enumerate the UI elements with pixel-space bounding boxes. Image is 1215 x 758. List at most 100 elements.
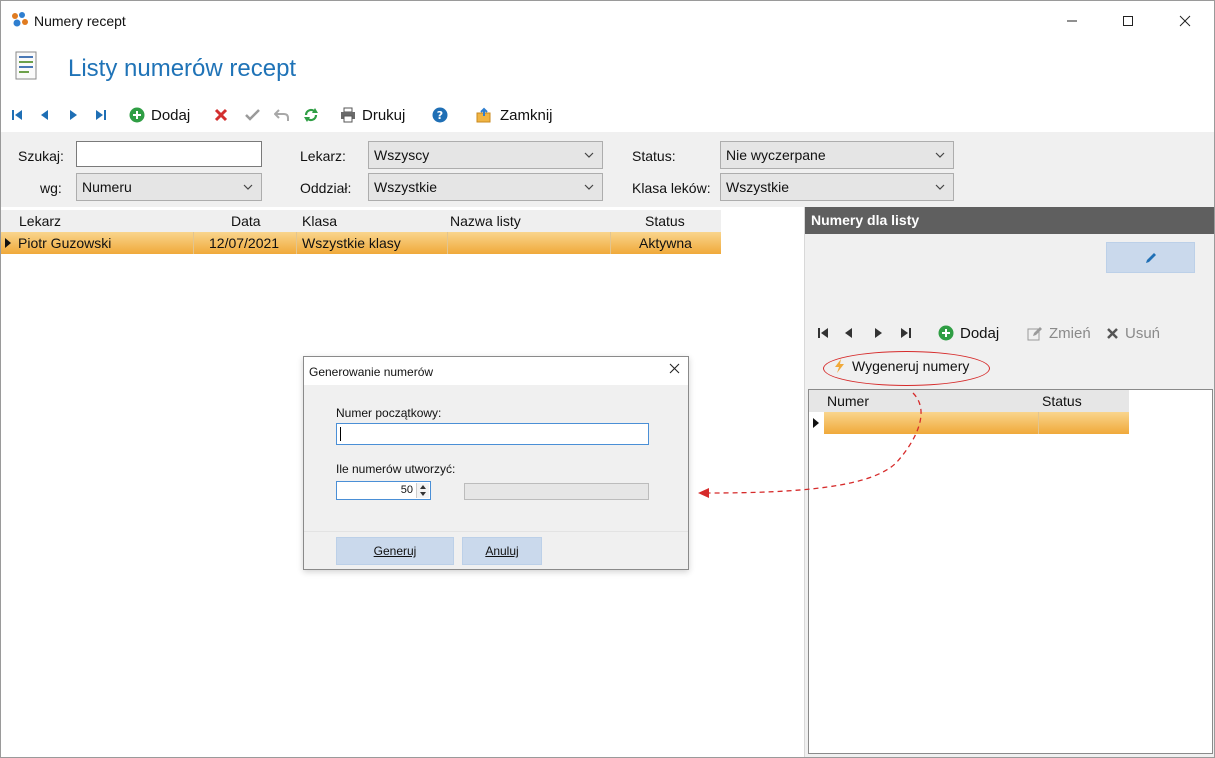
exit-icon [476, 107, 491, 123]
filter-panel: Szukaj: wg: Numeru Lekarz: Wszyscy Oddzi… [1, 132, 1214, 207]
numbers-previous-button[interactable] [843, 318, 855, 348]
column-header-status[interactable]: Status [645, 213, 685, 229]
numbers-first-button[interactable] [817, 318, 829, 348]
previous-icon [845, 328, 852, 338]
dialog-close-button[interactable] [669, 363, 680, 377]
minimize-button[interactable] [1043, 1, 1101, 41]
cancel-button[interactable]: Anuluj [462, 537, 542, 565]
start-number-input[interactable] [336, 423, 649, 445]
progress-bar [464, 483, 649, 500]
first-icon [818, 328, 828, 338]
first-record-button[interactable] [11, 101, 23, 129]
add-icon [938, 325, 954, 341]
count-stepper[interactable]: 50 [336, 481, 431, 500]
lists-grid-header: Lekarz Data Klasa Nazwa listy Status [1, 210, 721, 232]
maximize-button[interactable] [1099, 1, 1157, 41]
add-label: Dodaj [151, 106, 191, 124]
numbers-next-button[interactable] [872, 318, 884, 348]
svg-text:?: ? [437, 109, 443, 122]
checkmark-icon [245, 109, 260, 121]
previous-icon [41, 110, 48, 120]
status-label: Status: [632, 148, 676, 164]
row-selector-icon [5, 238, 11, 248]
column-header-number-status[interactable]: Status [1042, 393, 1082, 409]
window-title: Numery recept [34, 13, 126, 29]
doctor-label: Lekarz: [300, 148, 346, 164]
numbers-grid-header: Numer Status [809, 390, 1129, 412]
page-title: Listy numerów recept [68, 55, 297, 82]
generate-numbers-dialog: Generowanie numerów Numer początkowy: Il… [303, 356, 689, 570]
numbers-delete-button[interactable]: Usuń [1106, 318, 1160, 348]
undo-button[interactable] [274, 101, 289, 129]
start-number-label: Numer początkowy: [336, 406, 442, 420]
print-button[interactable]: Drukuj [340, 101, 405, 129]
main-toolbar: Dodaj Drukuj ? Zamknij [1, 101, 1214, 129]
drug-class-value: Wszystkie [726, 179, 789, 195]
numbers-add-label: Dodaj [960, 324, 1000, 342]
next-icon [70, 110, 77, 120]
refresh-icon [304, 108, 318, 122]
search-label: Szukaj: [18, 148, 64, 164]
last-record-button[interactable] [95, 101, 107, 129]
edit-icon [1027, 326, 1042, 340]
previous-record-button[interactable] [39, 101, 51, 129]
column-header-number[interactable]: Numer [827, 393, 869, 409]
numbers-add-button[interactable]: Dodaj [938, 318, 999, 348]
lightning-icon [835, 359, 844, 373]
numbers-change-label: Zmień [1049, 324, 1091, 342]
search-by-select[interactable]: Numeru [76, 173, 262, 201]
row-selector-icon [813, 418, 819, 428]
table-row[interactable] [824, 412, 1129, 434]
numbers-change-button[interactable]: Zmień [1027, 318, 1091, 348]
chevron-down-icon [935, 152, 945, 158]
numbers-panel: Numery dla listy Dodaj Zmień Usuń Wygene… [804, 207, 1214, 757]
status-value: Nie wyczerpane [726, 147, 826, 163]
numbers-toolbar: Dodaj Zmień Usuń [805, 318, 1214, 348]
count-label: Ile numerów utworzyć: [336, 462, 456, 476]
close-button[interactable]: Zamknij [476, 101, 553, 129]
pencil-icon [1145, 252, 1156, 263]
numbers-last-button[interactable] [900, 318, 912, 348]
doctor-select[interactable]: Wszyscy [368, 141, 603, 169]
help-button[interactable]: ? [432, 101, 448, 129]
save-button[interactable] [245, 101, 260, 129]
department-select[interactable]: Wszystkie [368, 173, 603, 201]
close-window-button[interactable] [1156, 1, 1214, 41]
numbers-delete-label: Usuń [1125, 324, 1161, 342]
column-header-date[interactable]: Data [231, 213, 261, 229]
chevron-down-icon [584, 184, 594, 190]
column-header-list-name[interactable]: Nazwa listy [450, 213, 521, 229]
cancel-button-label: Anuluj [485, 544, 519, 558]
document-list-icon [15, 51, 37, 80]
page-header: Listy numerów recept [1, 43, 1214, 97]
next-record-button[interactable] [67, 101, 79, 129]
title-bar: Numery recept [1, 1, 1214, 41]
first-icon [12, 110, 22, 120]
column-header-class[interactable]: Klasa [302, 213, 337, 229]
table-row[interactable]: Piotr Guzowski 12/07/2021 Wszystkie klas… [1, 232, 721, 254]
generate-button[interactable]: Generuj [336, 537, 454, 565]
column-header-doctor[interactable]: Lekarz [19, 213, 61, 229]
refresh-button[interactable] [303, 101, 319, 129]
department-value: Wszystkie [374, 179, 437, 195]
minimize-icon [1067, 20, 1077, 22]
doctor-value: Wszyscy [374, 147, 430, 163]
chevron-down-icon [584, 152, 594, 158]
numbers-grid: Numer Status [808, 389, 1213, 754]
generate-numbers-button[interactable]: Wygeneruj numery [833, 358, 969, 374]
last-icon [901, 328, 911, 338]
status-select[interactable]: Nie wyczerpane [720, 141, 954, 169]
stepper-arrows[interactable] [416, 483, 429, 498]
drug-class-select[interactable]: Wszystkie [720, 173, 954, 201]
generate-button-label: Generuj [373, 544, 417, 558]
delete-icon [1107, 327, 1118, 339]
generate-row: Wygeneruj numery [805, 348, 1214, 388]
add-button[interactable]: Dodaj [129, 101, 190, 129]
cell-class: Wszystkie klasy [302, 235, 401, 251]
delete-button[interactable] [214, 101, 228, 129]
close-label: Zamknij [500, 106, 553, 124]
add-icon [129, 107, 145, 123]
search-input[interactable] [76, 141, 262, 167]
undo-icon [274, 109, 289, 121]
edit-button[interactable] [1106, 242, 1195, 273]
